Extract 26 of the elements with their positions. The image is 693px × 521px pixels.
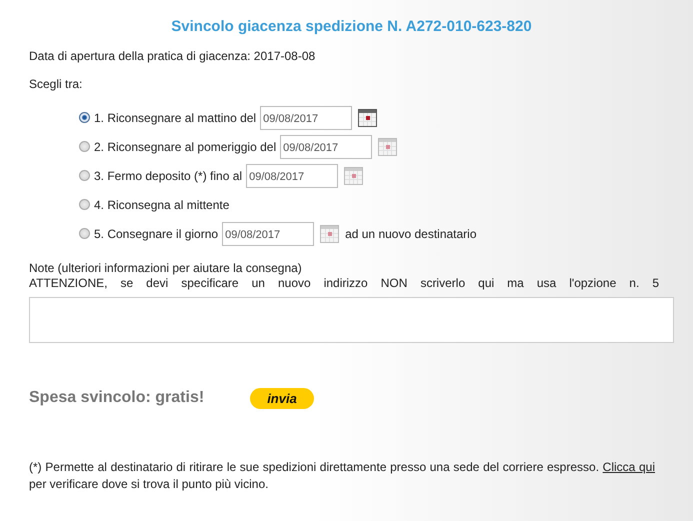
option-label[interactable]: 5. Consegnare il giorno [94, 226, 218, 240]
option-label[interactable]: 4. Riconsegna al mittente [94, 198, 230, 212]
radio-button[interactable] [79, 112, 90, 123]
date-field[interactable]: 09/08/2017 [260, 106, 352, 130]
warning-text: ATTENZIONE, se devi specificare un nuovo indirizzo NON scriverlo qui ma usa l'opzione n. 5 [29, 276, 659, 291]
date-field[interactable]: 09/08/2017 [280, 134, 372, 158]
page-title: Svincolo giacenza spedizione N. A272-010-623-820 [170, 18, 533, 35]
radio-button[interactable] [79, 228, 90, 239]
option-label[interactable]: 1. Riconsegnare al mattino del [94, 110, 256, 124]
option-label[interactable]: 3. Fermo deposito (*) fino al [94, 168, 242, 182]
opening-date-text: Data di apertura della pratica di giacenza: 2017-08-08 [29, 49, 316, 64]
date-field[interactable]: 09/08/2017 [246, 164, 338, 188]
option-label[interactable]: 2. Riconsegnare al pomeriggio del [94, 140, 276, 154]
send-button[interactable]: invia [250, 388, 314, 408]
notes-label: Note (ulteriori informazioni per aiutare la consegna) [29, 261, 303, 276]
option-suffix: ad un nuovo destinatario [345, 226, 477, 240]
date-field[interactable]: 09/08/2017 [222, 222, 314, 246]
footnote-text: (*) Permette al destinatario di ritirare le sue spedizioni direttamente presso una sede del corriere espresso. Clicca qui per verificare dove si trova il punto più vicino. [29, 459, 655, 493]
notes-field[interactable] [29, 297, 674, 343]
cost-text: Spesa svincolo: gratis! [29, 389, 206, 407]
radio-button[interactable] [79, 170, 90, 181]
calendar-icon[interactable] [358, 108, 378, 126]
radio-button[interactable] [79, 199, 90, 210]
find-location-link[interactable]: Clicca qui [602, 460, 655, 474]
choose-label: Scegli tra: [29, 77, 84, 92]
radio-button[interactable] [79, 141, 90, 152]
